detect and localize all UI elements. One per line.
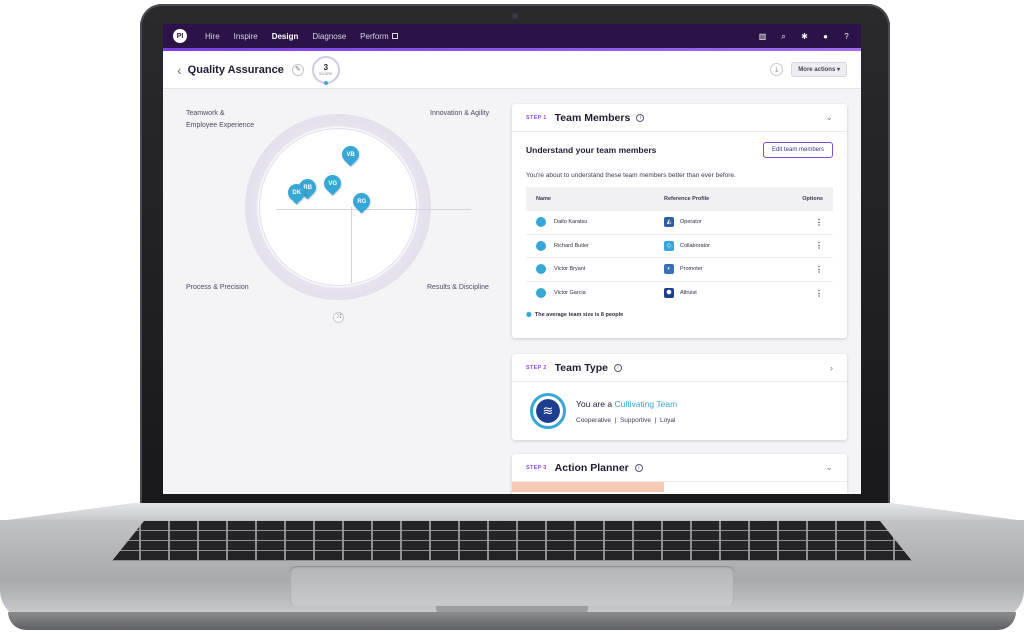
member-profile: Collaborator bbox=[680, 242, 710, 249]
more-options-icon[interactable]: ⋮ bbox=[793, 241, 823, 250]
shuffle-icon[interactable]: ⤨ bbox=[333, 312, 344, 323]
section-subtitle: Understand your team members bbox=[526, 145, 657, 155]
avatar bbox=[536, 264, 546, 275]
score-value: 3 bbox=[323, 62, 329, 72]
column-reference-profile: Reference Profile bbox=[664, 196, 710, 202]
app-screen: PI Hire Inspire Design Diagnose Perform … bbox=[163, 24, 861, 494]
nav-diagnose[interactable]: Diagnose bbox=[312, 32, 346, 41]
chevron-left-icon[interactable]: ‹ bbox=[177, 62, 182, 78]
laptop-keyboard bbox=[112, 521, 912, 561]
team-type-badge-icon: ≋ bbox=[530, 393, 566, 429]
chevron-down-icon[interactable]: ⌄ bbox=[825, 112, 833, 123]
altruist-profile-icon: ⬢ bbox=[664, 288, 674, 299]
download-icon[interactable]: ⤓ bbox=[770, 63, 784, 76]
team-type-header[interactable]: STEP 2 Team Type i › bbox=[512, 354, 847, 382]
average-team-size-note: ✺ The average team size is 8 people bbox=[526, 311, 833, 319]
avatar bbox=[536, 288, 546, 299]
camera-icon bbox=[512, 13, 518, 19]
laptop-trackpad bbox=[290, 566, 734, 606]
step-tag: STEP 1 bbox=[526, 114, 547, 121]
card-title: Team Type bbox=[554, 361, 608, 374]
team-type-name[interactable]: Cultivating Team bbox=[614, 399, 677, 409]
nav-design[interactable]: Design bbox=[272, 32, 299, 41]
search-icon[interactable]: ⌕ bbox=[779, 32, 788, 41]
member-name: Daito Karatsu bbox=[554, 219, 588, 226]
laptop-hinge bbox=[0, 503, 1024, 521]
chevron-right-icon[interactable]: › bbox=[830, 363, 833, 373]
promoter-profile-icon: ◐ bbox=[664, 264, 674, 275]
team-members-table: Name Reference Profile Options Daito Kar… bbox=[526, 187, 833, 305]
external-link-icon bbox=[391, 33, 398, 40]
more-options-icon[interactable]: ⋮ bbox=[793, 265, 823, 274]
quadrant-top-right: Innovation & Agility bbox=[430, 110, 490, 117]
user-icon[interactable]: ● bbox=[821, 32, 830, 41]
info-icon[interactable]: i bbox=[634, 463, 643, 472]
team-map-circle: VB RB DK VG RG bbox=[245, 114, 471, 300]
table-row[interactable]: Daito Karatsu ◭ Operator ⋮ bbox=[526, 211, 833, 235]
table-row[interactable]: Richard Butler ◇ Collaborator ⋮ bbox=[526, 235, 833, 258]
team-map-panel: Teamwork & Employee Experience Innovatio… bbox=[163, 90, 508, 494]
team-members-card: STEP 1 Team Members i ⌄ Understand your … bbox=[512, 104, 847, 338]
card-title: Action Planner bbox=[554, 461, 629, 474]
more-actions-button[interactable]: More actions ▾ bbox=[791, 62, 847, 77]
team-type-card: STEP 2 Team Type i › ≋ You are a Cultiva… bbox=[512, 354, 847, 440]
step-tag: STEP 3 bbox=[526, 464, 547, 471]
page-header: ‹ Quality Assurance ✎ 3 SCORE ⤓ More act… bbox=[163, 51, 861, 89]
pi-logo[interactable]: PI bbox=[173, 29, 187, 43]
avatar bbox=[536, 240, 546, 251]
avatar bbox=[536, 217, 546, 228]
nav-inspire[interactable]: Inspire bbox=[234, 32, 258, 41]
section-description: You're about to understand these team me… bbox=[526, 172, 736, 179]
member-name: Victor Bryant bbox=[554, 266, 586, 273]
column-name: Name bbox=[536, 196, 551, 202]
lightbulb-icon: ✺ bbox=[526, 312, 532, 319]
score-badge[interactable]: 3 SCORE bbox=[311, 55, 340, 85]
operator-profile-icon: ◭ bbox=[664, 217, 674, 228]
team-type-title: You are a Cultivating Team bbox=[576, 399, 677, 409]
team-members-header[interactable]: STEP 1 Team Members i ⌄ bbox=[512, 104, 847, 132]
pencil-icon[interactable]: ✎ bbox=[291, 63, 304, 76]
member-profile: Promoter bbox=[680, 266, 703, 273]
info-icon[interactable]: i bbox=[636, 113, 645, 122]
member-profile: Altruist bbox=[680, 290, 697, 297]
table-row[interactable]: Victor Garcia ⬢ Altruist ⋮ bbox=[526, 282, 833, 306]
column-options: Options bbox=[802, 196, 823, 202]
info-icon[interactable]: i bbox=[613, 363, 622, 372]
more-actions-label: More actions bbox=[798, 67, 836, 73]
nav-perform-label: Perform bbox=[360, 31, 389, 41]
score-label: SCORE bbox=[319, 71, 333, 76]
chevron-down-icon[interactable]: ⌄ bbox=[825, 462, 833, 473]
table-row[interactable]: Victor Bryant ◐ Promoter ⋮ bbox=[526, 258, 833, 282]
quadrant-top-left: Teamwork & Employee Experience bbox=[186, 110, 255, 129]
quadrant-bottom-left: Process & Precision bbox=[186, 284, 249, 291]
help-icon[interactable]: ? bbox=[842, 32, 851, 41]
page-title: Quality Assurance bbox=[187, 63, 284, 76]
action-planner-card: STEP 3 Action Planner i ⌄ bbox=[512, 454, 847, 494]
member-profile: Operator bbox=[680, 219, 702, 226]
action-planner-banner bbox=[512, 482, 664, 492]
step-tag: STEP 2 bbox=[526, 364, 547, 371]
collaborator-profile-icon: ◇ bbox=[664, 240, 674, 251]
action-planner-header[interactable]: STEP 3 Action Planner i ⌄ bbox=[512, 454, 847, 482]
team-type-prefix: You are a bbox=[576, 398, 613, 409]
top-navigation: PI Hire Inspire Design Diagnose Perform … bbox=[163, 24, 861, 51]
table-header: Name Reference Profile Options bbox=[526, 187, 833, 211]
team-type-traits: Cooperative | Supportive | Loyal bbox=[576, 416, 676, 424]
nav-perform[interactable]: Perform bbox=[360, 31, 398, 41]
vertical-axis bbox=[351, 207, 352, 283]
card-title: Team Members bbox=[554, 111, 631, 124]
member-name: Victor Garcia bbox=[554, 290, 586, 297]
more-options-icon[interactable]: ⋮ bbox=[793, 289, 823, 298]
more-options-icon[interactable]: ⋮ bbox=[793, 218, 823, 227]
quadrant-bottom-right: Results & Discipline bbox=[427, 284, 489, 291]
gear-icon[interactable]: ✱ bbox=[800, 32, 809, 41]
member-name: Richard Butler bbox=[554, 242, 589, 249]
nav-hire[interactable]: Hire bbox=[205, 32, 220, 41]
analytics-icon[interactable]: ▥ bbox=[758, 32, 767, 41]
laptop-base-edge bbox=[8, 612, 1016, 630]
average-team-size-text: The average team size is 8 people bbox=[534, 312, 624, 318]
edit-team-members-button[interactable]: Edit team members bbox=[762, 142, 833, 158]
horizontal-axis bbox=[276, 209, 471, 210]
